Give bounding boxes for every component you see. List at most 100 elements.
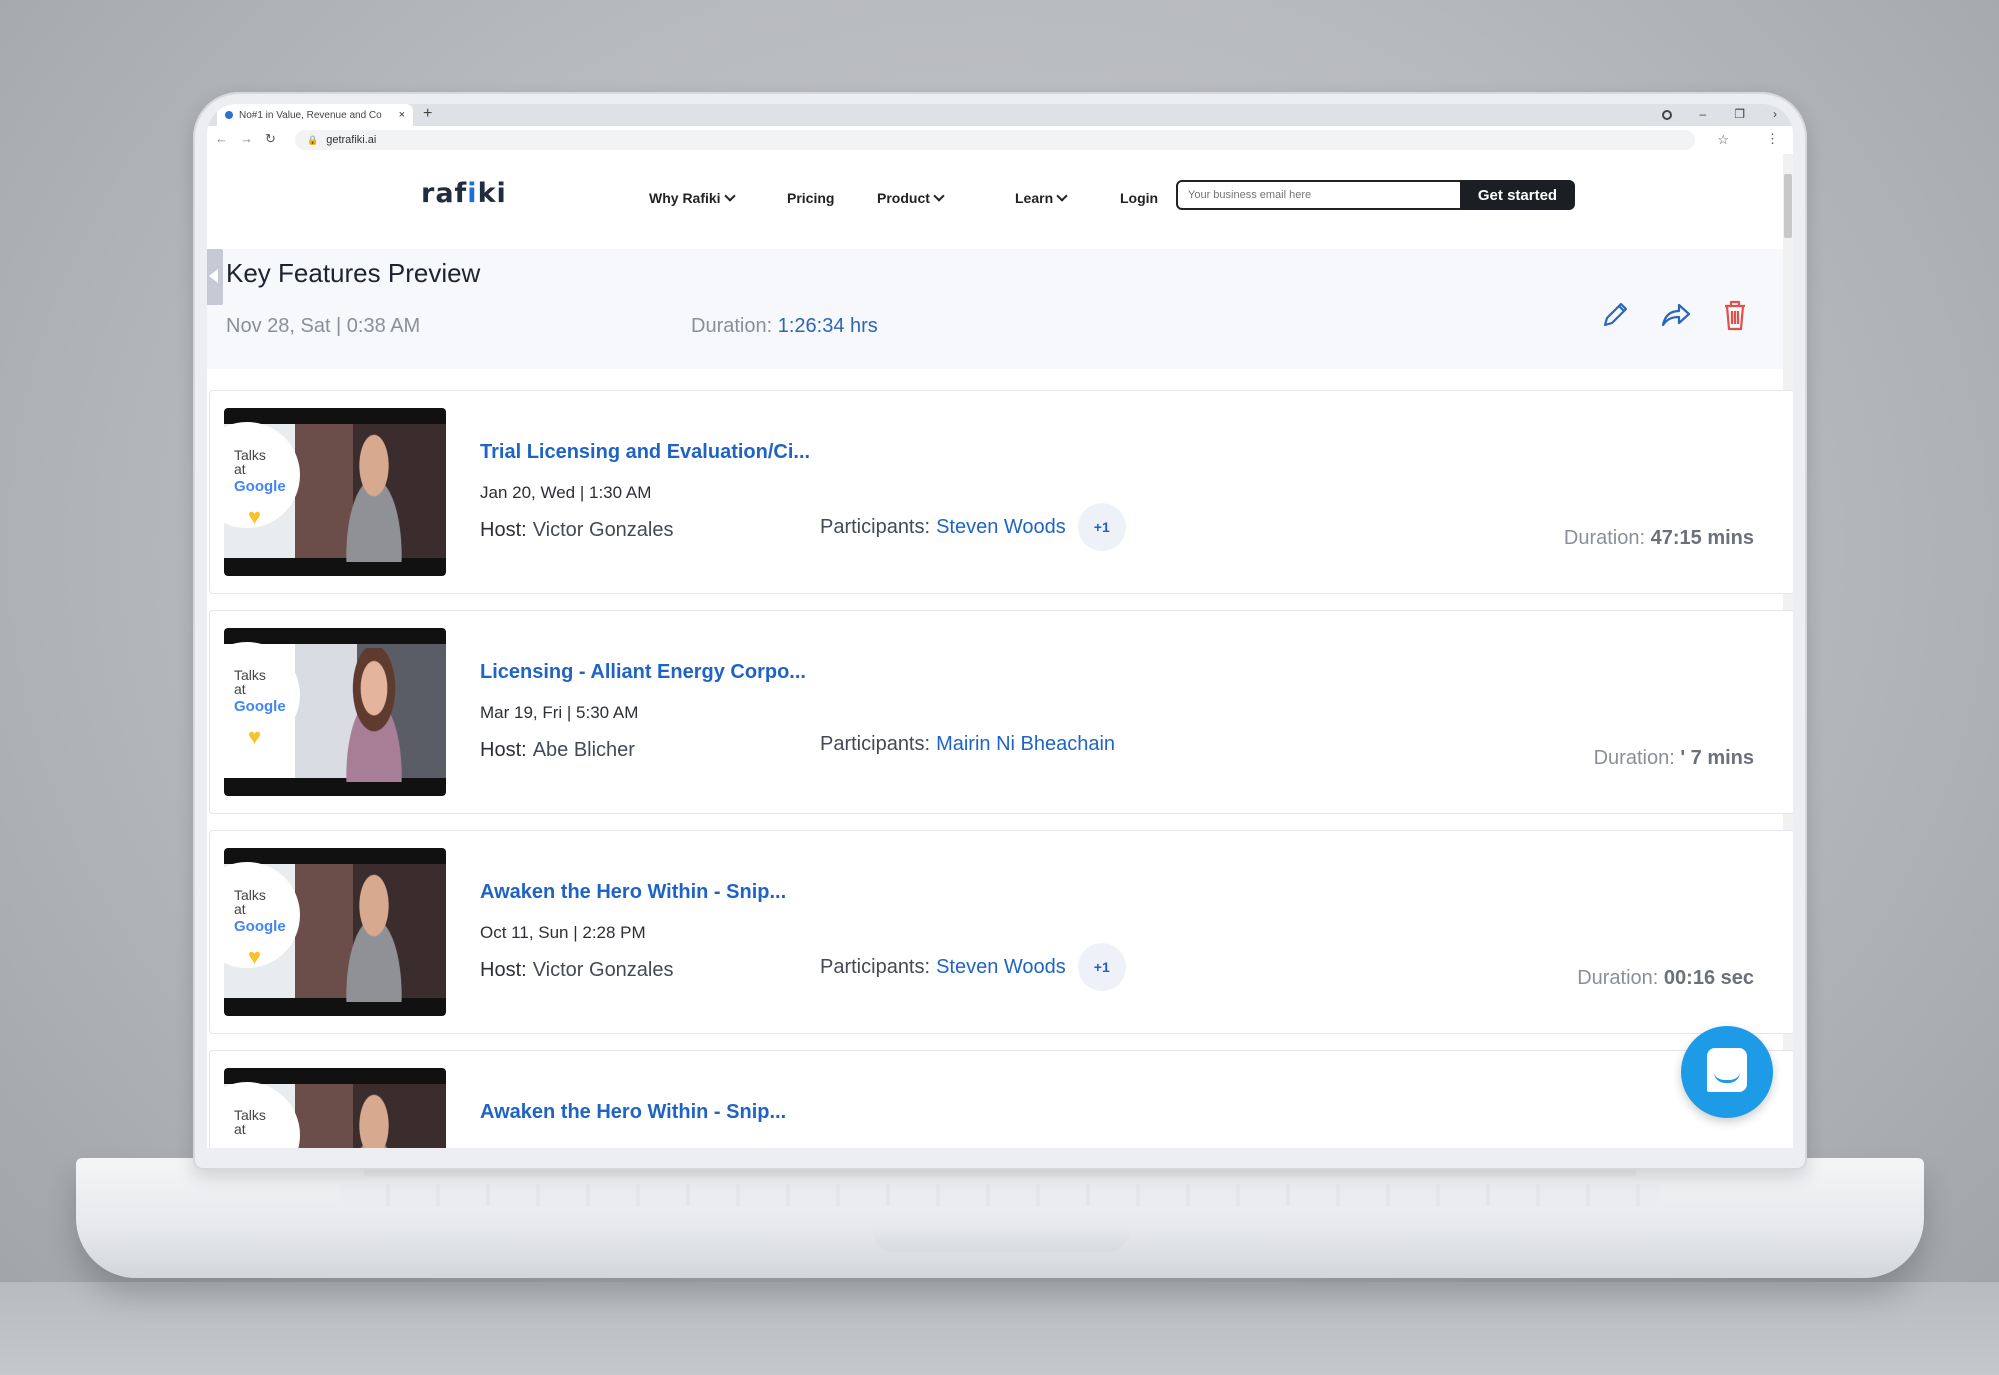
more-participants-badge[interactable]: +1 [1077, 943, 1126, 991]
thumb-text: at [234, 1121, 246, 1137]
minimize-icon[interactable]: – [1700, 107, 1707, 121]
site-header: rafiki Why Rafiki Pricing Product Learn … [207, 154, 1793, 242]
recording-card[interactable]: Talks at Google ♥ Trial Licensing and Eva… [209, 390, 1793, 594]
close-window-icon[interactable]: › [1773, 107, 1777, 121]
new-tab-button[interactable]: + [423, 105, 432, 123]
nav-product[interactable]: Product [877, 190, 945, 206]
back-icon[interactable]: ← [215, 131, 228, 147]
host-name: Abe Blicher [532, 739, 635, 761]
recording-host: Host: Abe Blicher [480, 739, 635, 762]
edit-button[interactable] [1597, 297, 1633, 333]
chevron-down-icon [933, 190, 945, 202]
duration-label: Duration: [1593, 747, 1675, 769]
recording-duration: Duration: ' 7 mins [1594, 747, 1754, 770]
speaker-image [328, 868, 420, 1002]
recording-card[interactable]: Talks at Google ♥ Licensing - Alliant Ene… [209, 610, 1793, 814]
participant-name[interactable]: Mairin Ni Bheachain [936, 733, 1115, 756]
bookmark-star-icon[interactable]: ☆ [1717, 132, 1729, 148]
duration-label: Duration: [691, 315, 773, 337]
recording-thumbnail[interactable]: Talks at Google ♥ [224, 628, 446, 796]
browser-menu-icon[interactable]: ⋮ [1766, 131, 1779, 147]
recording-participants: Participants: Steven Woods +1 [820, 943, 1126, 991]
nav-label: Pricing [787, 190, 835, 206]
url-text: getrafiki.ai [326, 134, 377, 146]
duration-label: Duration: [1563, 527, 1646, 549]
browser-nav: ← → ↻ [215, 131, 276, 147]
host-label: Host: [480, 739, 527, 761]
more-participants-badge[interactable]: +1 [1077, 503, 1126, 551]
participant-name[interactable]: Steven Woods [936, 956, 1066, 979]
recording-title[interactable]: Trial Licensing and Evaluation/Ci... [480, 441, 810, 464]
nav-login[interactable]: Login [1120, 190, 1158, 206]
recording-date: Mar 19, Fri | 5:30 AM [480, 703, 639, 722]
delete-button[interactable] [1717, 297, 1753, 333]
duration-value: ' 7 mins [1680, 747, 1754, 769]
pencil-icon [1603, 302, 1628, 327]
chevron-left-icon [209, 269, 218, 283]
scrollbar-thumb[interactable] [1784, 174, 1792, 238]
nav-label: Product [877, 190, 930, 206]
recording-date: Oct 11, Sun | 2:28 PM [480, 923, 646, 942]
business-email-input[interactable] [1176, 180, 1464, 210]
recording-title[interactable]: Licensing - Alliant Energy Corpo... [480, 661, 806, 684]
nav-pricing[interactable]: Pricing [787, 190, 834, 206]
nav-learn[interactable]: Learn [1015, 190, 1068, 206]
participants-label: Participants: [820, 515, 931, 538]
heart-icon: ♥ [248, 724, 262, 749]
url-field[interactable]: 🔒 getrafiki.ai [295, 130, 1695, 150]
browser-tab[interactable]: No#1 in Value, Revenue and Co × [217, 104, 413, 126]
heart-icon: ♥ [248, 944, 262, 969]
thumb-text: at [234, 681, 246, 697]
host-label: Host: [480, 959, 527, 981]
recording-thumbnail[interactable]: Talks at Google ♥ [224, 408, 446, 576]
restore-icon[interactable]: ❐ [1734, 107, 1745, 121]
recording-thumbnail[interactable]: Talks at Google ♥ [224, 848, 446, 1016]
chat-launcher-button[interactable] [1681, 1026, 1773, 1118]
recording-duration: Duration: 47:15 mins [1564, 527, 1754, 550]
reload-icon[interactable]: ↻ [265, 131, 276, 147]
thumbnail-caption: Talks at [234, 448, 266, 476]
recording-date: Jan 20, Wed | 1:30 AM [480, 483, 652, 502]
speaker-image [328, 648, 420, 782]
nav-label: Why Rafiki [649, 190, 721, 206]
duration-value: 1:26:34 hrs [777, 315, 878, 337]
trash-icon [1725, 300, 1745, 331]
browser-tab-bar: No#1 in Value, Revenue and Co × + – ❐ › [207, 104, 1793, 126]
rafiki-logo[interactable]: rafiki [421, 178, 507, 209]
thumb-text: at [234, 461, 246, 477]
duration-value: 00:16 sec [1663, 967, 1754, 989]
laptop-keyboard [340, 1184, 1660, 1206]
meeting-duration: Duration: 1:26:34 hrs [691, 315, 878, 338]
recording-thumbnail[interactable]: Talks at [224, 1068, 446, 1148]
tab-title: No#1 in Value, Revenue and Co [239, 109, 382, 121]
share-button[interactable] [1657, 297, 1693, 333]
thumbnail-caption: Talks at [234, 888, 266, 916]
get-started-button[interactable]: Get started [1460, 180, 1575, 210]
close-tab-icon[interactable]: × [399, 109, 405, 121]
meeting-header: Key Features Preview Nov 28, Sat | 0:38 … [207, 249, 1783, 369]
recording-host: Host: Victor Gonzales [480, 519, 674, 542]
participants-label: Participants: [820, 733, 931, 755]
recording-card[interactable]: Talks at Awaken the Hero Within - Snip... [209, 1050, 1793, 1148]
meeting-title: Key Features Preview [226, 258, 481, 288]
nav-label: Learn [1015, 190, 1054, 206]
host-label: Host: [480, 519, 527, 541]
site-favicon-icon [225, 111, 233, 119]
forward-icon[interactable]: → [240, 131, 253, 147]
chat-icon [1707, 1048, 1747, 1092]
recording-participants: Participants: Steven Woods +1 [820, 503, 1126, 551]
participant-name[interactable]: Steven Woods [936, 516, 1066, 539]
recording-title[interactable]: Awaken the Hero Within - Snip... [480, 881, 786, 904]
recording-duration: Duration: 00:16 sec [1577, 967, 1754, 990]
collapse-sidebar-button[interactable] [207, 249, 223, 305]
logo-text-right: ki [477, 178, 507, 209]
recording-title[interactable]: Awaken the Hero Within - Snip... [480, 1101, 786, 1124]
logo-text-left: raf [421, 178, 468, 209]
duration-value: 47:15 mins [1650, 527, 1754, 549]
nav-why-rafiki[interactable]: Why Rafiki [649, 190, 736, 206]
recording-card[interactable]: Talks at Google ♥ Awaken the Hero Within … [209, 830, 1793, 1034]
chevron-down-icon [1056, 190, 1068, 202]
browser-address-bar: ← → ↻ 🔒 getrafiki.ai ☆ ⋮ [207, 126, 1793, 155]
recording-indicator-icon[interactable] [1661, 110, 1672, 120]
laptop-screen: No#1 in Value, Revenue and Co × + – ❐ › … [207, 104, 1793, 1148]
